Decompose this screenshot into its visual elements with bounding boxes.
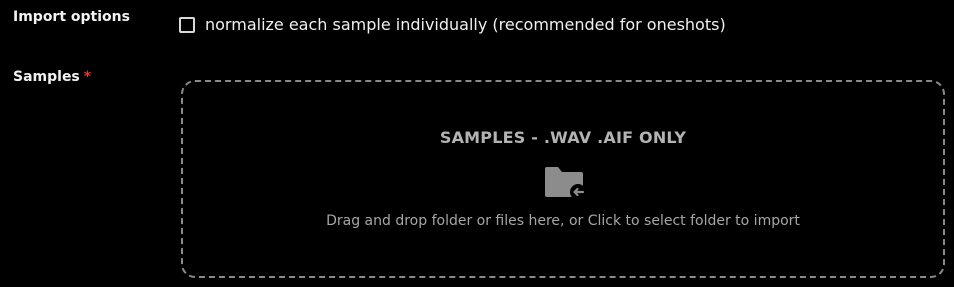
normalize-checkbox-label[interactable]: normalize each sample individually (reco… <box>205 15 726 34</box>
normalize-checkbox-control[interactable]: normalize each sample individually (reco… <box>179 15 726 34</box>
dropzone-title: SAMPLES - .WAV .AIF ONLY <box>439 128 687 147</box>
dropzone-hint: Drag and drop folder or files here, or C… <box>326 213 800 229</box>
import-options-label: Import options <box>13 9 130 25</box>
normalize-checkbox[interactable] <box>179 16 195 33</box>
required-marker: * <box>83 69 92 85</box>
samples-label-text: Samples <box>13 69 80 85</box>
samples-dropzone[interactable]: SAMPLES - .WAV .AIF ONLY Drag and drop f… <box>181 80 945 278</box>
folder-import-icon <box>545 167 586 200</box>
samples-label: Samples * <box>13 69 91 85</box>
